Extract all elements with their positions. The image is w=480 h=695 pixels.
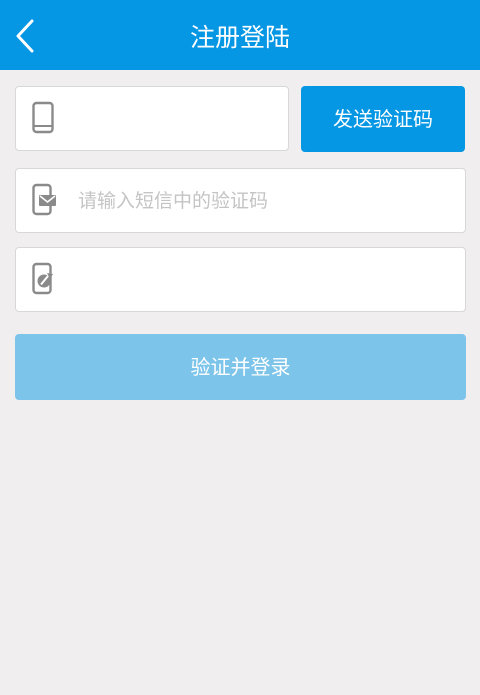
back-button[interactable] xyxy=(8,13,48,57)
send-code-button[interactable]: 发送验证码 xyxy=(301,86,465,152)
page-title: 注册登陆 xyxy=(189,23,290,52)
sms-code-icon xyxy=(32,183,56,216)
verify-login-button[interactable]: 验证并登录 xyxy=(15,334,466,400)
phone-field[interactable] xyxy=(15,86,289,151)
secondary-input-field[interactable] xyxy=(15,247,466,312)
phone-input[interactable] xyxy=(78,97,278,141)
header-bar: 注册登陆 xyxy=(0,0,480,70)
verification-code-field[interactable] xyxy=(15,168,466,233)
chevron-left-icon xyxy=(16,19,34,53)
secondary-input[interactable] xyxy=(78,258,458,302)
edit-document-icon xyxy=(32,262,53,295)
phone-icon xyxy=(32,101,54,134)
verification-code-input[interactable] xyxy=(78,179,458,223)
